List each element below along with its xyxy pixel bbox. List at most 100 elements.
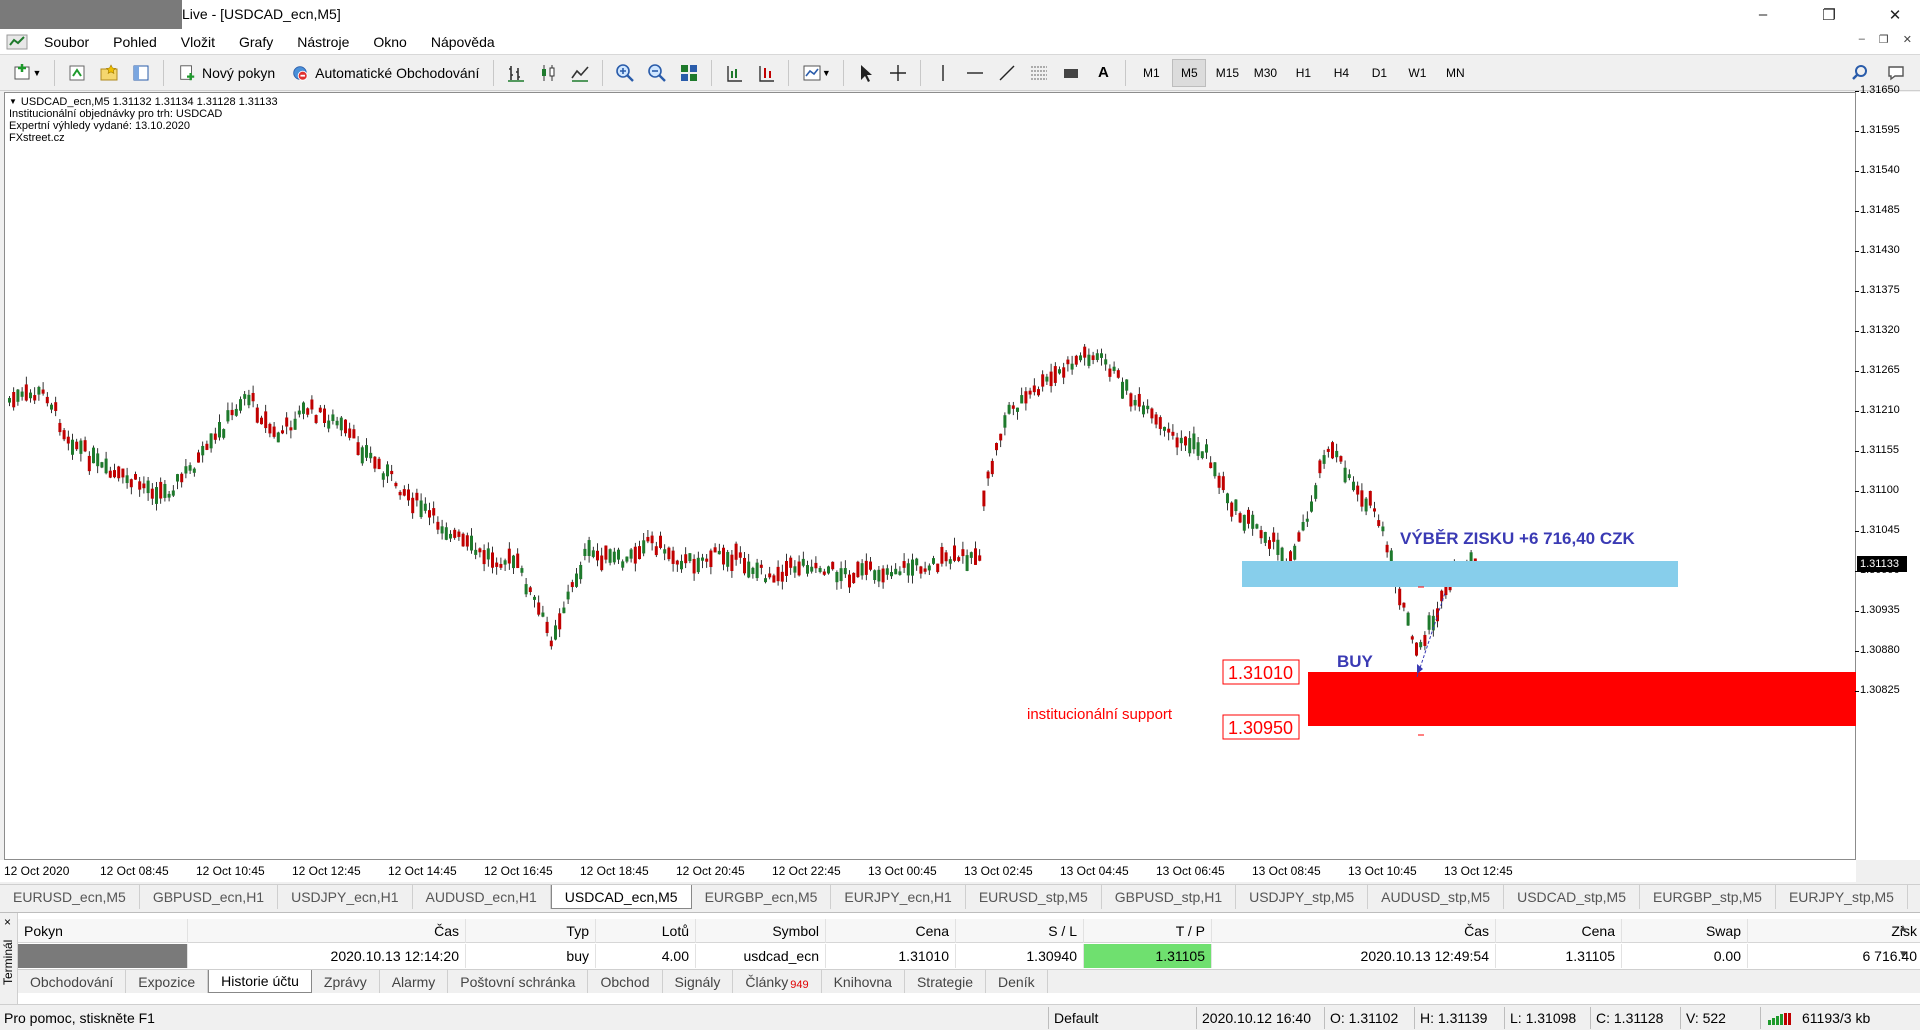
price-tick: 1.31650 bbox=[1855, 84, 1900, 96]
chart-tab[interactable]: USDCAD_ecn,M5 bbox=[550, 885, 692, 909]
chart-tab[interactable]: EURGBP_ecn,M5 bbox=[692, 885, 832, 909]
candle-body bbox=[482, 550, 486, 565]
maximize-button[interactable]: ❐ bbox=[1806, 0, 1852, 29]
autoscroll-button[interactable] bbox=[720, 59, 748, 87]
menu-tools[interactable]: Nástroje bbox=[285, 34, 361, 50]
candle-body bbox=[612, 551, 616, 563]
candle-body bbox=[1062, 367, 1066, 378]
terminal-tab[interactable]: Zprávy bbox=[312, 970, 380, 993]
mdi-restore-button[interactable]: ❐ bbox=[1879, 33, 1889, 46]
menu-charts[interactable]: Grafy bbox=[227, 34, 285, 50]
chart-tab[interactable]: GBPUSD_stp,H1 bbox=[1102, 885, 1237, 909]
chart-tab[interactable]: USDCAD_stp,M5 bbox=[1504, 885, 1640, 909]
rectangle-tool-button[interactable] bbox=[1057, 59, 1085, 87]
chart-tab[interactable]: EURUSD_stp,M5 bbox=[966, 885, 1102, 909]
market-watch-button[interactable] bbox=[63, 59, 91, 87]
chart-tab[interactable]: EURUSD_ecn,M5 bbox=[0, 885, 140, 909]
navigator-button[interactable] bbox=[95, 59, 123, 87]
candle-body bbox=[885, 568, 889, 575]
zoom-in-button[interactable] bbox=[611, 59, 639, 87]
text-tool-button[interactable]: A bbox=[1089, 59, 1117, 87]
terminal-tab[interactable]: Expozice bbox=[126, 970, 209, 993]
minimize-button[interactable]: – bbox=[1740, 0, 1786, 29]
column-header[interactable]: T / P bbox=[1084, 919, 1212, 943]
column-header[interactable]: Cena bbox=[1496, 919, 1622, 943]
search-button[interactable] bbox=[1846, 59, 1874, 87]
line-chart-button[interactable] bbox=[566, 59, 594, 87]
profile-name[interactable]: Default bbox=[1054, 1010, 1098, 1026]
timeframe-w1[interactable]: W1 bbox=[1400, 59, 1434, 87]
chart-tab[interactable]: AUDUSD_ecn,H1 bbox=[413, 885, 551, 909]
zoom-out-button[interactable] bbox=[643, 59, 671, 87]
terminal-tab[interactable]: Strategie bbox=[905, 970, 987, 993]
timeframe-mn[interactable]: MN bbox=[1438, 59, 1472, 87]
mdi-minimize-button[interactable]: – bbox=[1859, 33, 1865, 46]
vertical-line-button[interactable] bbox=[929, 59, 957, 87]
column-header[interactable]: Cena bbox=[826, 919, 956, 943]
timeframe-m15[interactable]: M15 bbox=[1210, 59, 1244, 87]
column-header[interactable]: Pokyn bbox=[18, 919, 188, 943]
new-order-button[interactable]: Nový pokyn bbox=[172, 59, 281, 87]
equidistant-channel-button[interactable] bbox=[1025, 59, 1053, 87]
close-button[interactable]: ✕ bbox=[1872, 0, 1918, 29]
cursor-tool-button[interactable] bbox=[852, 59, 880, 87]
terminal-close-button[interactable]: × bbox=[4, 915, 11, 929]
timeframe-m1[interactable]: M1 bbox=[1134, 59, 1168, 87]
terminal-tab[interactable]: Obchod bbox=[588, 970, 663, 993]
candlestick-button[interactable] bbox=[534, 59, 562, 87]
column-header[interactable]: Čas bbox=[1212, 919, 1496, 943]
terminal-tab[interactable]: Články 949 bbox=[733, 970, 822, 993]
scroll-up-icon[interactable]: ▲ bbox=[1898, 923, 1908, 934]
chart-tab[interactable]: USDJPY_ecn,H1 bbox=[278, 885, 413, 909]
menu-view[interactable]: Pohled bbox=[101, 34, 169, 50]
chart-tab[interactable]: EURJPY_stp,M5 bbox=[1776, 885, 1908, 909]
column-header[interactable]: Lotů bbox=[596, 919, 696, 943]
mdi-close-button[interactable]: ✕ bbox=[1903, 33, 1912, 46]
chart-tab[interactable]: EURJPY_ecn,H1 bbox=[831, 885, 966, 909]
horizontal-line-button[interactable] bbox=[961, 59, 989, 87]
chart-tab[interactable]: USDJPY_stp,M5 bbox=[1236, 885, 1369, 909]
tile-windows-button[interactable] bbox=[675, 59, 703, 87]
scroll-down-icon[interactable]: ▼ bbox=[1898, 949, 1908, 960]
menu-file[interactable]: Soubor bbox=[32, 34, 101, 50]
column-header[interactable]: S / L bbox=[956, 919, 1084, 943]
menu-help[interactable]: Nápověda bbox=[419, 34, 507, 50]
terminal-tab[interactable]: Alarmy bbox=[380, 970, 449, 993]
crosshair-tool-button[interactable] bbox=[884, 59, 912, 87]
chart-tab[interactable]: GBPUSD_ecn,H1 bbox=[140, 885, 279, 909]
menu-insert[interactable]: Vložit bbox=[169, 34, 227, 50]
terminal-tab[interactable]: Knihovna bbox=[822, 970, 905, 993]
candle-body bbox=[272, 426, 276, 437]
timeframe-h1[interactable]: H1 bbox=[1286, 59, 1320, 87]
timeframe-d1[interactable]: D1 bbox=[1362, 59, 1396, 87]
new-chart-button[interactable]: ▼ bbox=[8, 59, 46, 87]
timeframe-m30[interactable]: M30 bbox=[1248, 59, 1282, 87]
terminal-tab[interactable]: Poštovní schránka bbox=[448, 970, 589, 993]
column-header[interactable]: Čas bbox=[188, 919, 466, 943]
candle-body bbox=[1314, 485, 1318, 499]
chart-tab[interactable]: AUDUSD_stp,M5 bbox=[1368, 885, 1505, 909]
terminal-tab[interactable]: Deník bbox=[986, 970, 1048, 993]
chat-button[interactable] bbox=[1882, 59, 1910, 87]
terminal-tab[interactable]: Signály bbox=[663, 970, 734, 993]
trendline-button[interactable] bbox=[993, 59, 1021, 87]
bar-chart-button[interactable] bbox=[502, 59, 530, 87]
column-header[interactable]: Swap bbox=[1622, 919, 1748, 943]
candle-body bbox=[79, 440, 83, 454]
terminal-toggle-button[interactable] bbox=[127, 59, 155, 87]
terminal-tab[interactable]: Obchodování bbox=[18, 970, 127, 993]
terminal-tab[interactable]: Historie účtu bbox=[208, 970, 312, 993]
timeframe-m5[interactable]: M5 bbox=[1172, 58, 1207, 87]
table-row[interactable]: 2020.10.13 12:14:20 buy 4.00 usdcad_ecn 1.31… bbox=[18, 944, 1920, 968]
menu-window[interactable]: Okno bbox=[361, 34, 418, 50]
column-header[interactable]: Typ bbox=[466, 919, 596, 943]
auto-trading-button[interactable]: Automatické Obchodování bbox=[285, 59, 485, 87]
indicators-button[interactable]: ▼ bbox=[797, 59, 835, 87]
chart-tab[interactable]: EURGBP_stp,M5 bbox=[1640, 885, 1776, 909]
price-chart[interactable]: VÝBĚR ZISKU +6 716,40 CZK BUY institucio… bbox=[4, 92, 1857, 860]
timeframe-h4[interactable]: H4 bbox=[1324, 59, 1358, 87]
column-header[interactable]: Zisk bbox=[1748, 919, 1920, 943]
chart-shift-button[interactable] bbox=[752, 59, 780, 87]
column-header[interactable]: Symbol bbox=[696, 919, 826, 943]
candle-body bbox=[944, 552, 948, 562]
